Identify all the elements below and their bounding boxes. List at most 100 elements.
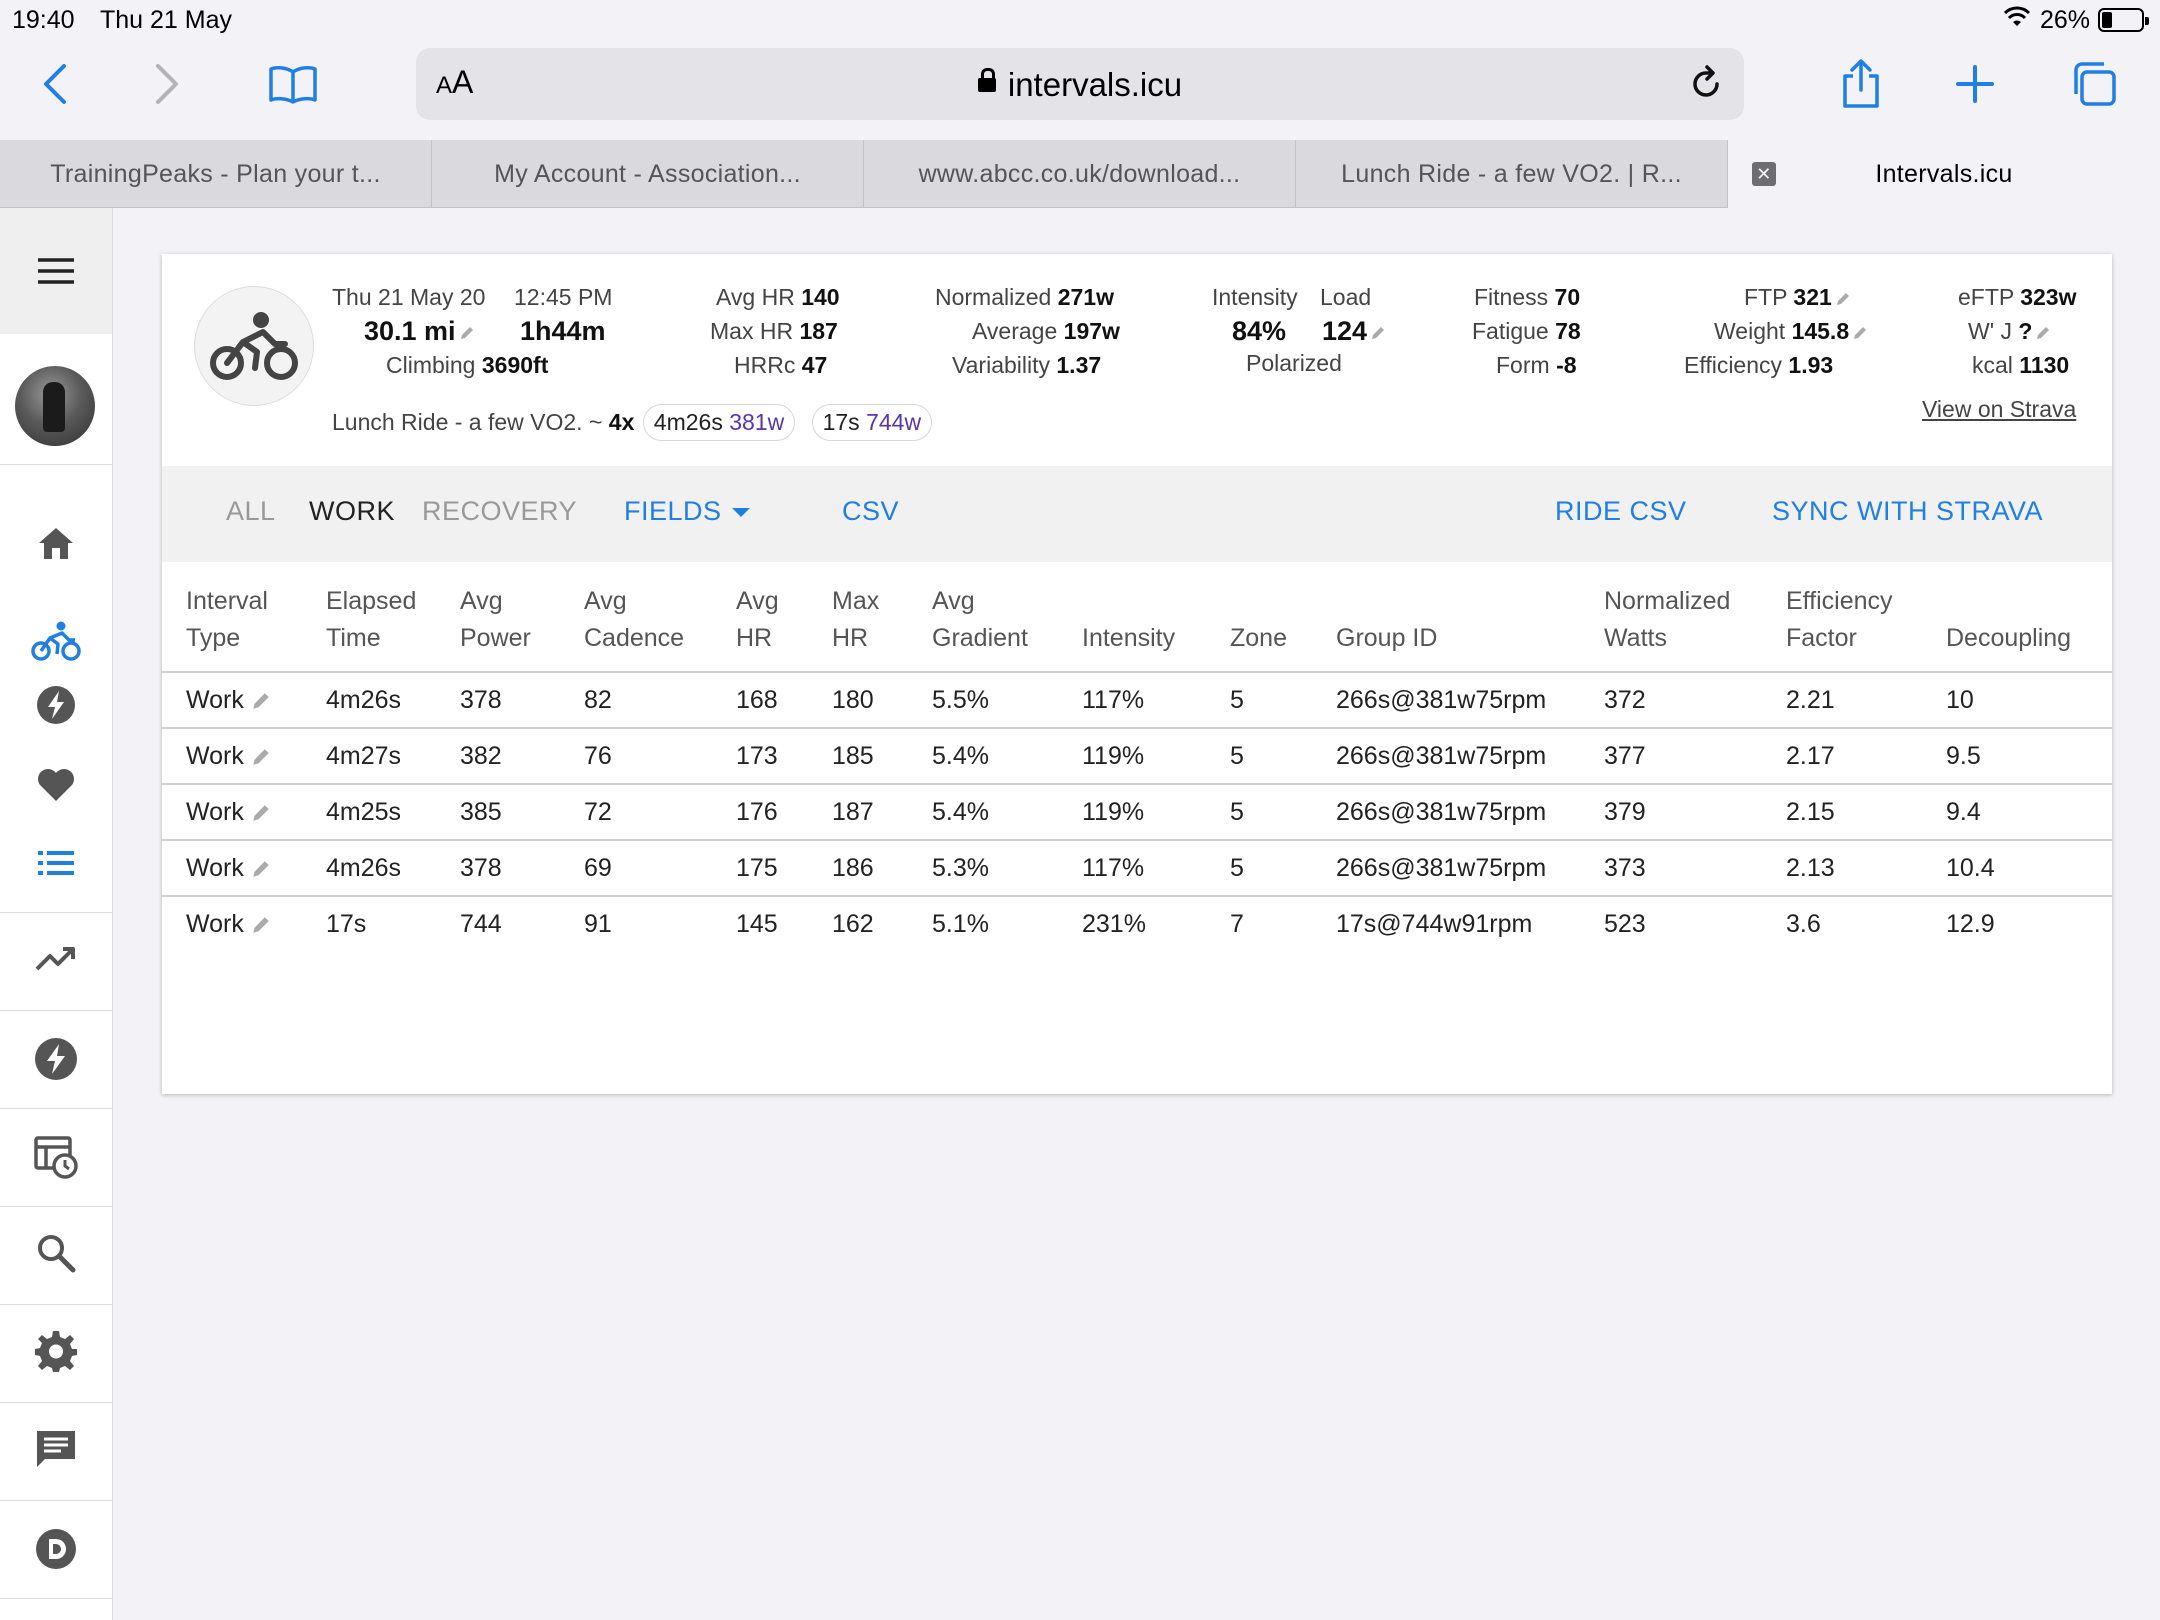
table-row[interactable]: Work 17s 744 91 145 162 5.1% 231% 7 17s@744w91rpm… bbox=[162, 896, 2112, 952]
column-header[interactable]: Zone bbox=[1206, 576, 1312, 672]
edit-icon[interactable] bbox=[1836, 292, 1850, 306]
tab-lunch-ride[interactable]: Lunch Ride - a few VO2. | R... bbox=[1296, 140, 1728, 208]
edit-icon[interactable] bbox=[252, 804, 270, 822]
table-cell: Work bbox=[162, 896, 302, 952]
ftp-value: 321 bbox=[1793, 284, 1832, 310]
avatar[interactable] bbox=[15, 366, 95, 446]
sync-strava-button[interactable]: SYNC WITH STRAVA bbox=[1772, 496, 2043, 527]
cell-value: 5.3% bbox=[932, 853, 989, 882]
edit-icon[interactable] bbox=[252, 860, 270, 878]
edit-icon[interactable] bbox=[252, 748, 270, 766]
cell-value: 5.4% bbox=[932, 797, 989, 826]
edit-icon[interactable] bbox=[252, 916, 270, 934]
filter-work-button[interactable]: WORK bbox=[309, 496, 395, 527]
new-tab-icon[interactable] bbox=[1940, 54, 2010, 114]
column-header[interactable]: Max HR bbox=[808, 576, 908, 672]
gear-icon[interactable] bbox=[0, 1320, 112, 1382]
tab-abcc[interactable]: www.abcc.co.uk/download... bbox=[864, 140, 1296, 208]
column-header[interactable]: Group ID bbox=[1312, 576, 1580, 672]
tabs-overview-icon[interactable] bbox=[2058, 54, 2128, 114]
filter-all-button[interactable]: ALL bbox=[226, 496, 276, 527]
interval-chip[interactable]: 4m26s 381w bbox=[642, 404, 796, 441]
power-icon[interactable] bbox=[0, 1028, 112, 1090]
column-header[interactable]: Interval Type bbox=[162, 576, 302, 672]
menu-icon[interactable] bbox=[0, 208, 112, 334]
table-row[interactable]: Work 4m26s 378 69 175 186 5.3% 117% 5 266s@381w75… bbox=[162, 840, 2112, 897]
cell-value: 744 bbox=[460, 910, 502, 938]
view-on-strava-link[interactable]: View on Strava bbox=[1922, 396, 2076, 423]
interval-chip[interactable]: 17s 744w bbox=[811, 404, 933, 441]
activity-name: Lunch Ride - a few VO2. ~ 4x 4m26s 381w … bbox=[332, 404, 933, 441]
table-cell: 173 bbox=[712, 728, 808, 785]
column-header[interactable]: Decoupling bbox=[1922, 576, 2112, 672]
cell-value: 3.6 bbox=[1786, 910, 1821, 938]
filter-recovery-button[interactable]: RECOVERY bbox=[422, 496, 577, 527]
table-cell: 266s@381w75rpm bbox=[1312, 784, 1580, 841]
table-row[interactable]: Work 4m27s 382 76 173 185 5.4% 119% 5 266s@381w75… bbox=[162, 728, 2112, 785]
edit-icon[interactable] bbox=[460, 326, 474, 340]
home-icon[interactable] bbox=[0, 512, 112, 574]
column-header[interactable]: Efficiency Factor bbox=[1762, 576, 1922, 672]
avg-hr-stat: Avg HR 140 bbox=[716, 284, 840, 311]
url-display[interactable]: intervals.icu bbox=[416, 66, 1744, 104]
table-cell: 2.21 bbox=[1762, 672, 1922, 729]
chat-icon[interactable] bbox=[0, 1418, 112, 1480]
table-cell: 5.1% bbox=[908, 896, 1058, 952]
bookmarks-icon[interactable] bbox=[258, 54, 328, 114]
column-header[interactable]: Avg HR bbox=[712, 576, 808, 672]
cell-value: 378 bbox=[460, 685, 502, 714]
edit-icon[interactable] bbox=[2036, 326, 2050, 340]
column-header[interactable]: Avg Gradient bbox=[908, 576, 1058, 672]
reload-icon[interactable] bbox=[1686, 64, 1726, 104]
heart-icon[interactable] bbox=[0, 754, 112, 816]
discord-icon[interactable] bbox=[0, 1518, 112, 1580]
edit-icon[interactable] bbox=[252, 692, 270, 710]
wj-stat[interactable]: W' J ? bbox=[1968, 318, 2050, 345]
column-header[interactable]: Avg Cadence bbox=[560, 576, 712, 672]
fields-dropdown-button[interactable]: FIELDS bbox=[624, 496, 750, 527]
fatigue-label: Fatigue bbox=[1472, 318, 1549, 344]
tab-intervals-icu[interactable]: ✕ Intervals.icu bbox=[1728, 140, 2160, 208]
cell-value: 266s@381w75rpm bbox=[1336, 853, 1547, 882]
variability-label: Variability bbox=[952, 352, 1050, 378]
bike-icon[interactable] bbox=[0, 610, 112, 672]
column-header[interactable]: Avg Power bbox=[436, 576, 560, 672]
activity-duration: 1h44m bbox=[520, 316, 606, 346]
close-tab-icon[interactable]: ✕ bbox=[1752, 162, 1776, 186]
column-header-line: Type bbox=[186, 624, 241, 652]
back-icon[interactable] bbox=[20, 54, 90, 114]
column-header-line: Avg bbox=[736, 587, 779, 615]
forward-icon[interactable] bbox=[132, 54, 202, 114]
column-header-line: Interval bbox=[186, 587, 268, 615]
table-row[interactable]: Work 4m26s 378 82 168 180 5.5% 117% 5 266s@381w75… bbox=[162, 672, 2112, 729]
tab-my-account[interactable]: My Account - Association... bbox=[432, 140, 864, 208]
table-row[interactable]: Work 4m25s 385 72 176 187 5.4% 119% 5 266s@381w75… bbox=[162, 784, 2112, 841]
trending-icon[interactable] bbox=[0, 928, 112, 990]
tab-trainingpeaks[interactable]: TrainingPeaks - Plan your t... bbox=[0, 140, 432, 208]
table-header-row: Interval Type Elapsed Time Avg Power Avg Cadenc… bbox=[162, 576, 2112, 672]
table-cell: 523 bbox=[1580, 896, 1762, 952]
load-value[interactable]: 124 bbox=[1322, 316, 1385, 347]
ride-csv-button[interactable]: RIDE CSV bbox=[1555, 496, 1687, 527]
edit-icon[interactable] bbox=[1853, 326, 1867, 340]
ftp-stat[interactable]: FTP 321 bbox=[1744, 284, 1850, 311]
csv-button[interactable]: CSV bbox=[842, 496, 899, 527]
address-bar[interactable]: AA intervals.icu bbox=[416, 48, 1744, 120]
column-header[interactable]: Intensity bbox=[1058, 576, 1206, 672]
cell-value: 5 bbox=[1230, 741, 1244, 770]
column-header[interactable]: Elapsed Time bbox=[302, 576, 436, 672]
column-header-line: HR bbox=[736, 624, 773, 652]
column-header[interactable]: Normalized Watts bbox=[1580, 576, 1762, 672]
cell-value: Work bbox=[186, 685, 244, 714]
activity-distance[interactable]: 30.1 mi bbox=[364, 316, 474, 347]
share-icon[interactable] bbox=[1826, 54, 1896, 114]
calendar-clock-icon[interactable] bbox=[0, 1126, 112, 1188]
list-icon[interactable] bbox=[0, 832, 112, 894]
table-cell: 91 bbox=[560, 896, 712, 952]
edit-icon[interactable] bbox=[1371, 326, 1385, 340]
weight-stat[interactable]: Weight 145.8 bbox=[1714, 318, 1867, 345]
variability-stat: Variability 1.37 bbox=[952, 352, 1101, 379]
column-header-line: Elapsed bbox=[326, 587, 417, 615]
bolt-icon[interactable] bbox=[0, 674, 112, 736]
search-icon[interactable] bbox=[0, 1222, 112, 1284]
